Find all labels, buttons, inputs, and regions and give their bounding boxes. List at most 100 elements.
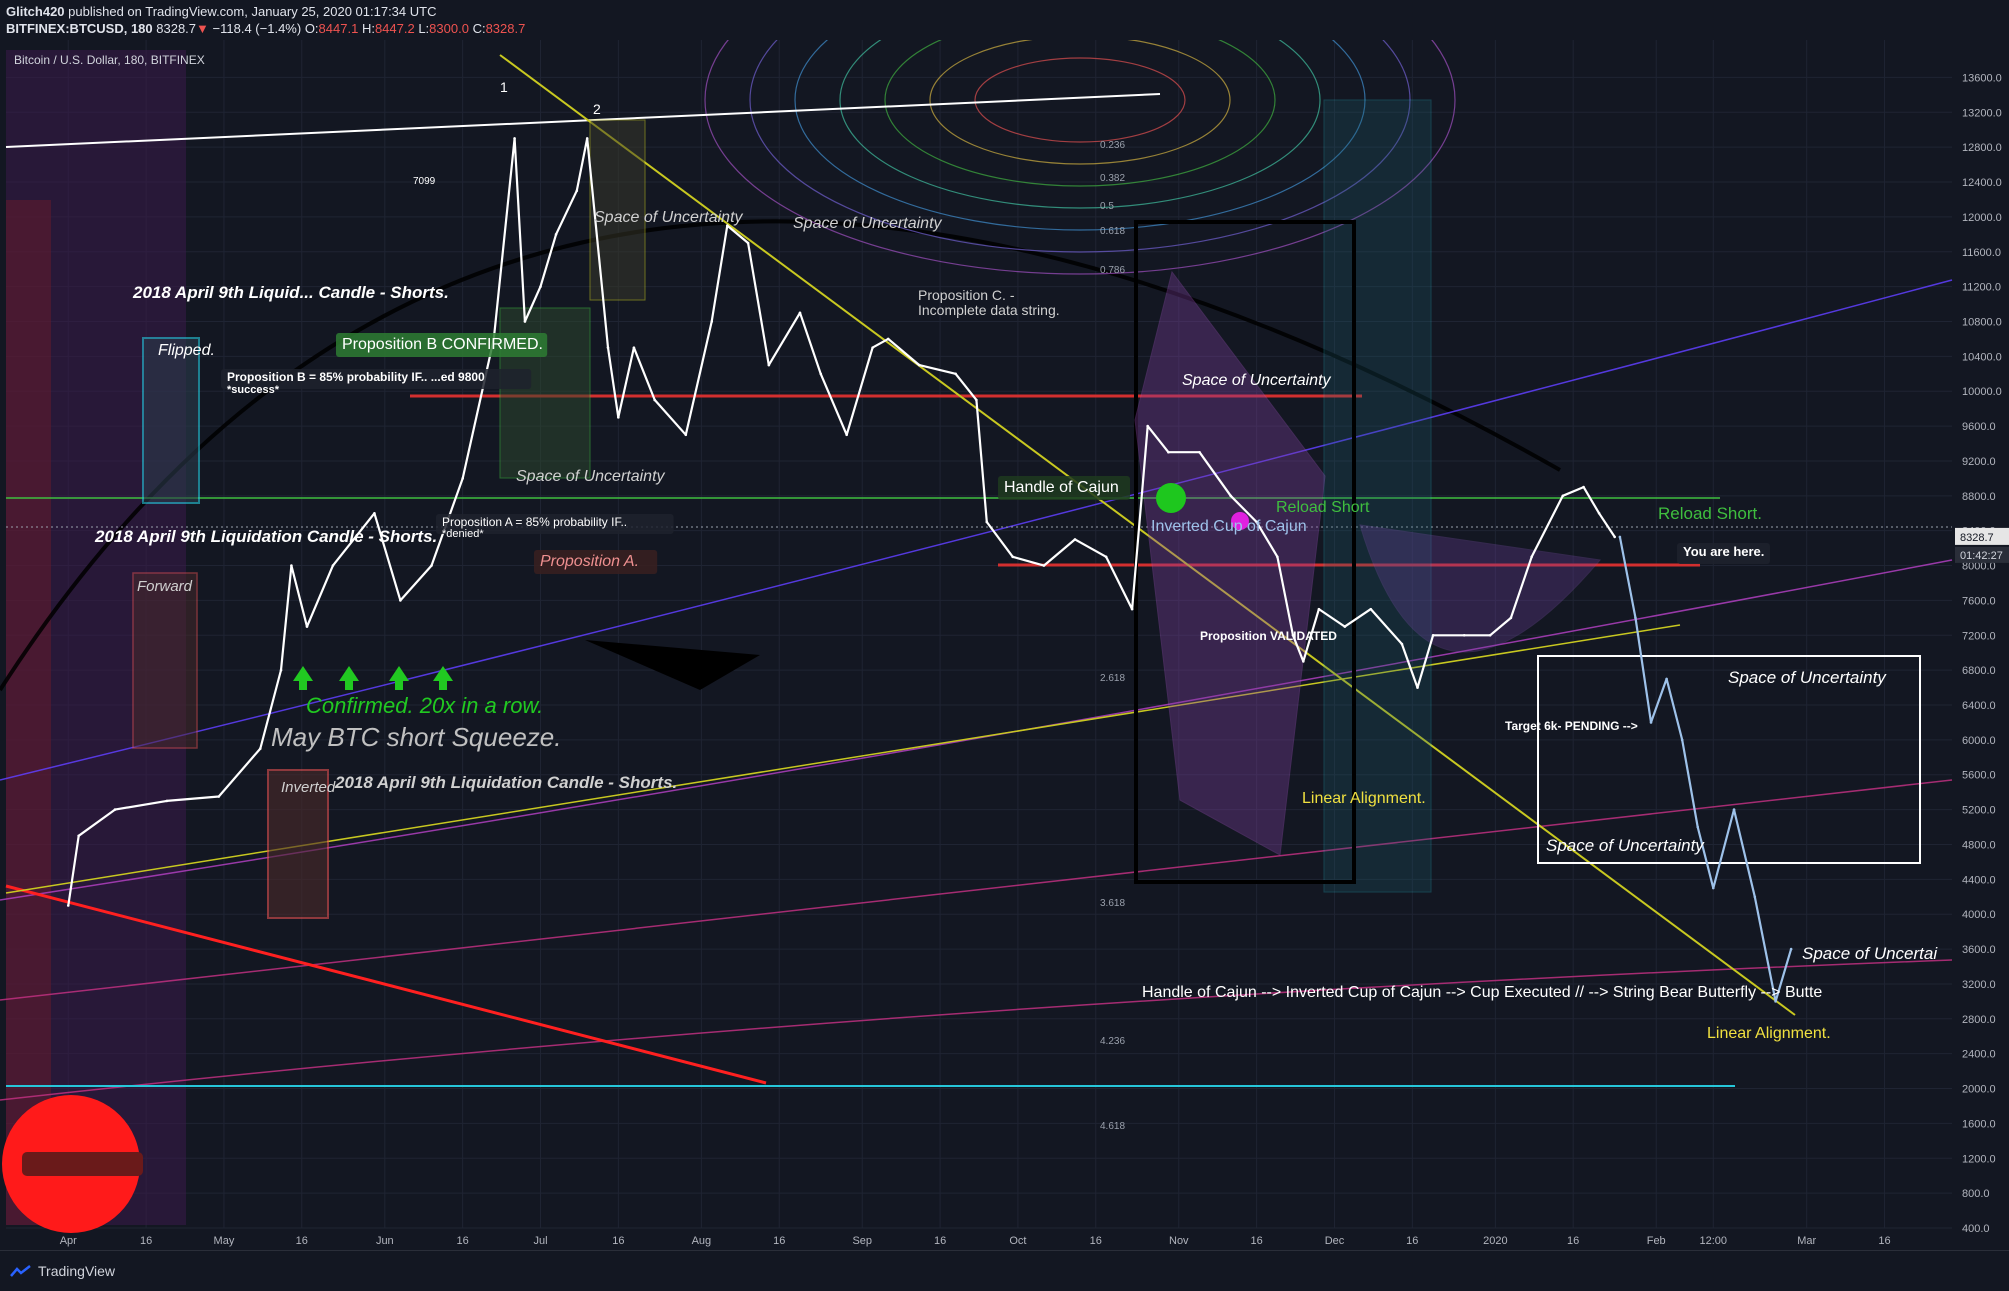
fib-level-label: 0.786 bbox=[1100, 265, 1125, 276]
price-point bbox=[798, 311, 802, 315]
price-point bbox=[1711, 886, 1715, 890]
price-axis[interactable]: 13600.0 13200.0 12800.0 12400.0 12000.0 11600… bbox=[1955, 40, 2009, 1235]
annotation-label: Handle of Cajun --> Inverted Cup of Caju… bbox=[1142, 984, 1822, 1001]
price-chart[interactable]: 2018 April 9th Liquid... Candle - Shorts… bbox=[0, 0, 2009, 1250]
annotation-label: Target 6k- PENDING --> bbox=[1505, 719, 1638, 733]
price-change: −118.4 (−1.4%) bbox=[212, 21, 302, 36]
price-point bbox=[1488, 633, 1492, 637]
chart-title: Bitcoin / U.S. Dollar, 180, BITFINEX bbox=[14, 53, 205, 67]
price-point bbox=[918, 363, 921, 367]
price-point bbox=[1634, 616, 1637, 620]
tradingview-logo-icon bbox=[10, 1265, 31, 1277]
y-tick-label: 400.0 bbox=[1962, 1223, 1990, 1235]
price-point bbox=[1665, 677, 1668, 681]
symbol-label: BITFINEX:BTCUSD, 180 bbox=[6, 21, 153, 36]
y-tick-label: 9600.0 bbox=[1962, 421, 1996, 433]
annotation-label: Flipped. bbox=[158, 342, 215, 359]
annotation-label: Proposition C. - bbox=[918, 287, 1015, 303]
close-label: C: bbox=[472, 21, 486, 36]
price-point bbox=[165, 799, 169, 803]
y-tick-label: 2000.0 bbox=[1962, 1084, 1996, 1096]
annotation-label: Space of Uncertai bbox=[1802, 944, 1938, 963]
price-point bbox=[746, 241, 750, 245]
current-price-label: 8328.7 bbox=[1960, 532, 1994, 544]
annotation-label: Inverted Cup of Cajun bbox=[1151, 518, 1307, 535]
y-tick-label: 11200.0 bbox=[1962, 282, 2001, 294]
annotation-label: *denied* bbox=[442, 528, 484, 540]
annotation-label: Proposition B CONFIRMED. bbox=[342, 336, 543, 353]
y-tick-label: 5600.0 bbox=[1962, 770, 1996, 782]
price-point bbox=[985, 520, 989, 524]
author-name[interactable]: Glitch420 bbox=[6, 4, 65, 19]
x-tick-label: May bbox=[214, 1235, 235, 1247]
y-tick-label: 12400.0 bbox=[1962, 177, 2002, 189]
x-tick-label: 16 bbox=[1878, 1235, 1890, 1247]
price-point bbox=[399, 599, 402, 602]
x-tick-label: Dec bbox=[1325, 1235, 1345, 1247]
x-tick-label: 16 bbox=[934, 1235, 946, 1247]
tradingview-brand[interactable]: TradingView bbox=[10, 1263, 115, 1279]
annotation-label: 2 bbox=[593, 101, 601, 117]
publish-info: Glitch420 published on TradingView.com, … bbox=[6, 4, 436, 19]
open-label: O: bbox=[304, 21, 319, 36]
price-point bbox=[1416, 686, 1419, 689]
price-point bbox=[975, 398, 978, 402]
price-point bbox=[1104, 555, 1108, 559]
fib-level-label: 3.618 bbox=[1100, 898, 1125, 909]
y-tick-label: 9200.0 bbox=[1962, 456, 1996, 468]
y-tick-label: 10000.0 bbox=[1962, 386, 2002, 398]
price-point bbox=[1042, 564, 1046, 567]
price-point bbox=[710, 320, 714, 323]
y-tick-label: 6800.0 bbox=[1962, 665, 1996, 677]
price-point bbox=[1011, 555, 1015, 559]
price-point bbox=[1317, 607, 1321, 611]
price-point bbox=[1431, 633, 1435, 637]
y-tick-label: 4000.0 bbox=[1962, 909, 1996, 921]
price-point bbox=[819, 372, 823, 376]
price-point bbox=[1276, 555, 1279, 559]
annotation-label: 1 bbox=[500, 79, 508, 95]
fib-level-label: 0.5 bbox=[1100, 201, 1114, 212]
y-tick-label: 3200.0 bbox=[1962, 979, 1996, 991]
price-point bbox=[1229, 494, 1232, 498]
price-point bbox=[1618, 535, 1622, 539]
x-tick-label: 16 bbox=[1567, 1235, 1579, 1247]
price-point bbox=[575, 189, 579, 193]
price-point bbox=[113, 808, 117, 811]
high-value: 8447.2 bbox=[374, 21, 415, 36]
price-point bbox=[871, 346, 874, 349]
price-point bbox=[217, 795, 221, 798]
fib-level-label: 0.382 bbox=[1100, 173, 1125, 184]
price-point bbox=[373, 511, 376, 515]
y-tick-label: 10400.0 bbox=[1962, 351, 2002, 363]
annotation-label: Space of Uncertainty bbox=[1182, 372, 1332, 389]
green-marker bbox=[1156, 483, 1186, 513]
y-tick-label: 12800.0 bbox=[1962, 142, 2002, 154]
annotation-label: Proposition A. bbox=[540, 553, 639, 570]
x-tick-label: 16 bbox=[140, 1235, 152, 1247]
price-point bbox=[1561, 494, 1565, 498]
annotation-label: Inverted bbox=[281, 779, 336, 796]
ohlc-line: BITFINEX:BTCUSD, 180 8328.7▼ −118.4 (−1.… bbox=[6, 21, 525, 36]
x-tick-label: Nov bbox=[1169, 1235, 1189, 1247]
annotation-label: Reload Short. bbox=[1658, 504, 1762, 523]
price-point bbox=[66, 904, 70, 907]
price-point bbox=[767, 363, 771, 367]
price-point bbox=[290, 564, 293, 567]
annotation-label: Reload Short bbox=[1276, 499, 1370, 516]
y-tick-label: 10800.0 bbox=[1962, 316, 2002, 328]
x-tick-label: Jul bbox=[533, 1235, 547, 1247]
low-label: L: bbox=[418, 21, 430, 36]
annotation-label: Proposition VALIDATED bbox=[1200, 629, 1337, 643]
y-tick-label: 3600.0 bbox=[1962, 944, 1996, 956]
price-point bbox=[539, 285, 542, 288]
price-point bbox=[1509, 616, 1513, 620]
price-point bbox=[1696, 825, 1700, 829]
fib-level-label: 2.618 bbox=[1100, 673, 1125, 684]
annotation-label: *success* bbox=[227, 384, 280, 396]
low-value: 8300.0 bbox=[429, 21, 469, 36]
y-tick-label: 800.0 bbox=[1962, 1188, 1990, 1200]
annotation-label: Confirmed. 20x in a row. bbox=[306, 693, 543, 718]
price-point bbox=[954, 372, 957, 376]
fib-level-label: 4.618 bbox=[1100, 1121, 1125, 1132]
